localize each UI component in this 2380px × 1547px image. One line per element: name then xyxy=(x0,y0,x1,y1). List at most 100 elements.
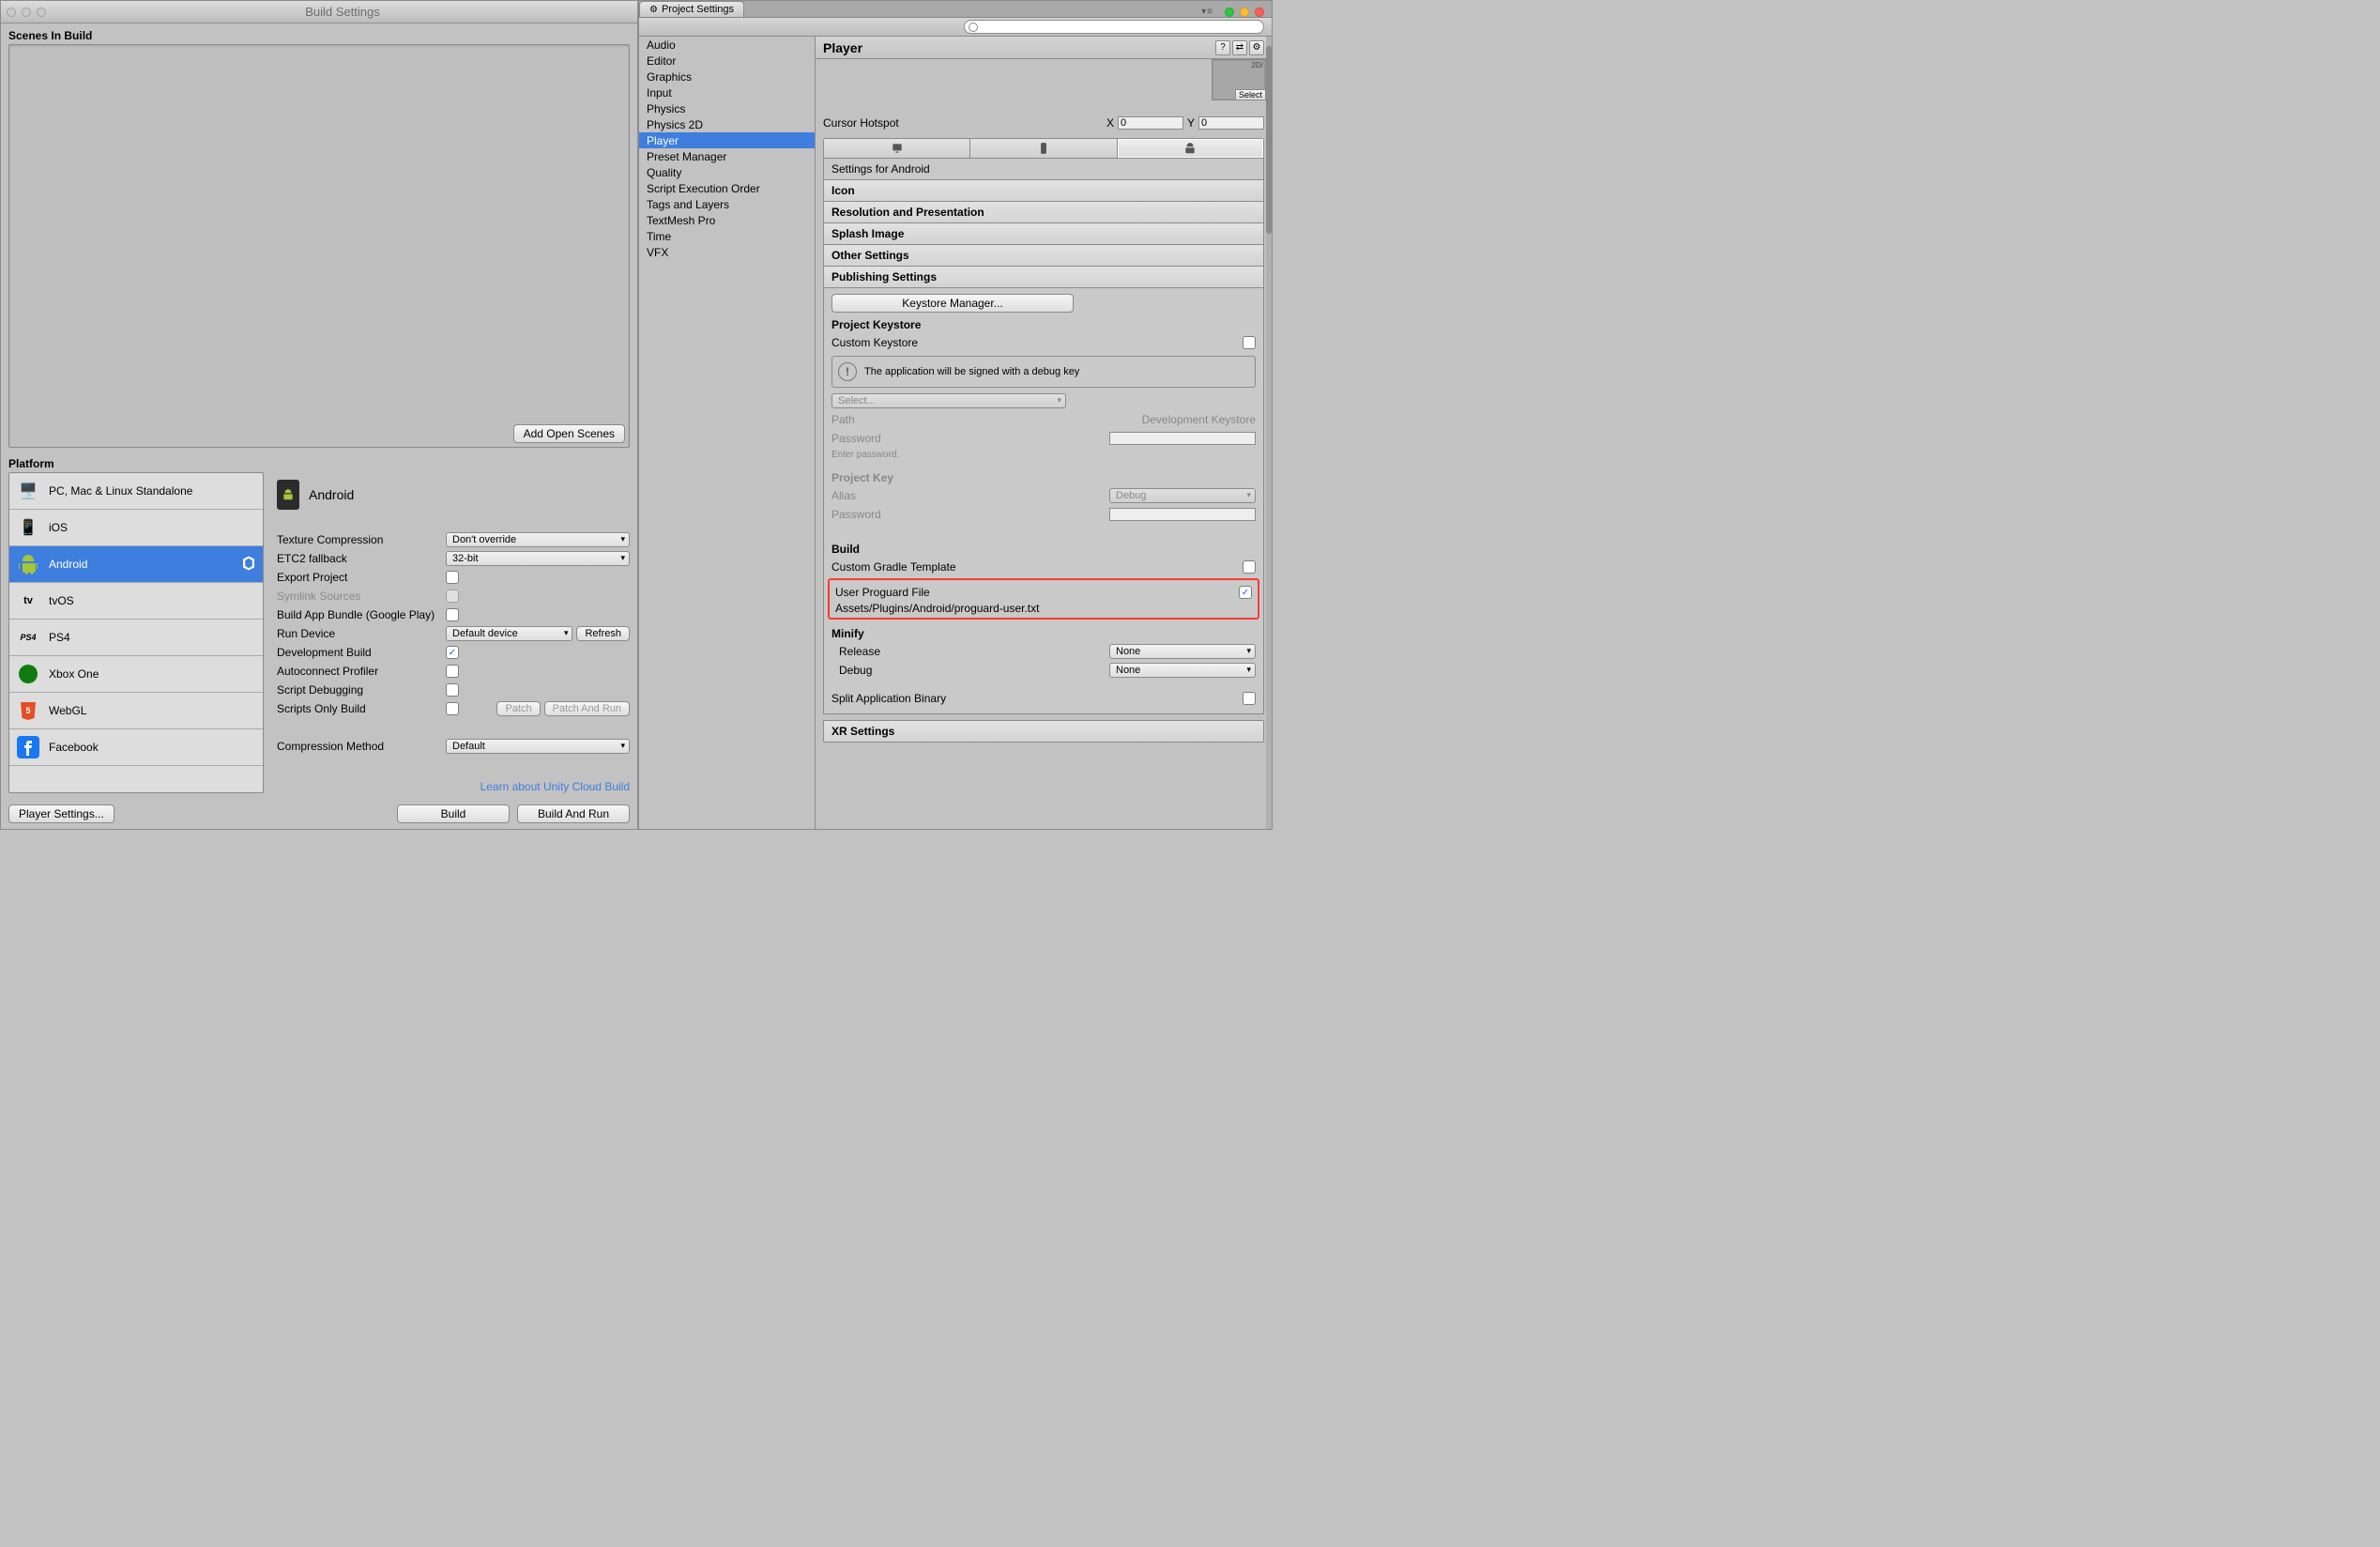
minify-release-select[interactable]: None xyxy=(1109,644,1256,659)
path-value: Development Keystore xyxy=(1142,413,1256,426)
panel-menu-icon[interactable]: ▾≡ xyxy=(1201,7,1213,17)
ios-icon: 📱 xyxy=(15,514,41,541)
nav-input[interactable]: Input xyxy=(639,84,815,100)
nav-vfx[interactable]: VFX xyxy=(639,244,815,260)
y-label: Y xyxy=(1187,116,1195,130)
platform-label-text: PS4 xyxy=(49,631,70,644)
tab-ios[interactable] xyxy=(970,139,1117,158)
autoconnect-profiler-checkbox[interactable] xyxy=(446,665,459,678)
tab-standalone[interactable] xyxy=(824,139,970,158)
password-label: Password xyxy=(831,432,1109,445)
scenes-list[interactable]: Add Open Scenes xyxy=(8,44,630,448)
nav-textmesh-pro[interactable]: TextMesh Pro xyxy=(639,212,815,228)
nav-audio[interactable]: Audio xyxy=(639,37,815,53)
script-debugging-checkbox[interactable] xyxy=(446,683,459,697)
development-build-checkbox[interactable] xyxy=(446,646,459,659)
selected-platform-label: Android xyxy=(309,487,354,502)
window-yellow-icon[interactable] xyxy=(1240,8,1249,17)
minify-debug-select[interactable]: None xyxy=(1109,663,1256,678)
foldout-publishing[interactable]: Publishing Settings xyxy=(823,267,1264,288)
build-settings-titlebar: Build Settings xyxy=(1,1,637,23)
nav-script-exec-order[interactable]: Script Execution Order xyxy=(639,180,815,196)
window-green-icon[interactable] xyxy=(1225,8,1234,17)
nav-graphics[interactable]: Graphics xyxy=(639,69,815,84)
run-device-select[interactable]: Default device xyxy=(446,626,572,641)
help-icon[interactable]: ? xyxy=(1215,40,1230,55)
facebook-icon xyxy=(15,734,41,760)
tab-label: Project Settings xyxy=(662,4,734,15)
preview-badge: 2D/ xyxy=(1252,61,1263,69)
etc2-fallback-select[interactable]: 32-bit xyxy=(446,551,630,566)
settings-menu-icon[interactable]: ⚙ xyxy=(1249,40,1264,55)
close-icon[interactable] xyxy=(7,8,16,17)
texture-compression-label: Texture Compression xyxy=(277,533,446,546)
nav-quality[interactable]: Quality xyxy=(639,164,815,180)
cursor-x-input[interactable] xyxy=(1118,116,1183,130)
foldout-other[interactable]: Other Settings xyxy=(823,245,1264,267)
nav-physics2d[interactable]: Physics 2D xyxy=(639,116,815,132)
foldout-splash[interactable]: Splash Image xyxy=(823,223,1264,245)
platform-row-xboxone[interactable]: Xbox One xyxy=(9,656,263,693)
foldout-xr[interactable]: XR Settings xyxy=(823,720,1264,743)
search-input[interactable] xyxy=(964,20,1264,34)
platform-row-standalone[interactable]: 🖥️ PC, Mac & Linux Standalone xyxy=(9,473,263,510)
proguard-highlight: User Proguard File Assets/Plugins/Androi… xyxy=(828,578,1259,620)
scrollbar[interactable] xyxy=(1266,37,1272,829)
custom-keystore-checkbox[interactable] xyxy=(1243,336,1256,349)
info-icon: ! xyxy=(838,362,857,381)
tab-android[interactable] xyxy=(1118,139,1263,158)
cursor-y-input[interactable] xyxy=(1198,116,1264,130)
symlink-sources-label: Symlink Sources xyxy=(277,590,446,603)
scripts-only-build-checkbox[interactable] xyxy=(446,702,459,715)
platform-label-text: iOS xyxy=(49,521,68,534)
keystore-manager-button[interactable]: Keystore Manager... xyxy=(831,294,1074,313)
patch-button[interactable]: Patch xyxy=(496,701,540,716)
zoom-icon[interactable] xyxy=(37,8,46,17)
refresh-button[interactable]: Refresh xyxy=(576,626,630,641)
build-and-run-button[interactable]: Build And Run xyxy=(517,804,630,823)
platform-row-ios[interactable]: 📱 iOS xyxy=(9,510,263,546)
minimize-icon[interactable] xyxy=(22,8,31,17)
build-button[interactable]: Build xyxy=(397,804,510,823)
default-cursor-preview[interactable]: 2D/ Select xyxy=(1212,59,1266,100)
window-red-icon[interactable] xyxy=(1255,8,1264,17)
nav-tags-layers[interactable]: Tags and Layers xyxy=(639,196,815,212)
split-binary-checkbox[interactable] xyxy=(1243,692,1256,705)
platform-row-facebook[interactable]: Facebook xyxy=(9,729,263,766)
key-password-label: Password xyxy=(831,508,1109,521)
custom-gradle-checkbox[interactable] xyxy=(1243,560,1256,574)
build-settings-window: Build Settings Scenes In Build Add Open … xyxy=(0,0,638,830)
nav-physics[interactable]: Physics xyxy=(639,100,815,116)
nav-player[interactable]: Player xyxy=(639,132,815,148)
android-large-icon xyxy=(277,480,299,510)
preset-icon[interactable]: ⇄ xyxy=(1232,40,1247,55)
platform-label-text: Facebook xyxy=(49,741,99,754)
cloud-build-link[interactable]: Learn about Unity Cloud Build xyxy=(277,780,630,793)
project-settings-window: ⚙ Project Settings ▾≡ Audio Editor Graph… xyxy=(638,0,1273,830)
add-open-scenes-button[interactable]: Add Open Scenes xyxy=(513,424,625,443)
compression-method-select[interactable]: Default xyxy=(446,739,630,754)
platform-row-webgl[interactable]: 5 WebGL xyxy=(9,693,263,729)
platform-row-ps4[interactable]: PS4 PS4 xyxy=(9,620,263,656)
foldout-resolution[interactable]: Resolution and Presentation xyxy=(823,202,1264,223)
export-project-checkbox[interactable] xyxy=(446,571,459,584)
platform-list[interactable]: 🖥️ PC, Mac & Linux Standalone 📱 iOS Andr… xyxy=(8,472,264,793)
build-app-bundle-checkbox[interactable] xyxy=(446,608,459,621)
select-texture-button[interactable]: Select xyxy=(1235,89,1266,100)
scenes-in-build-label: Scenes In Build xyxy=(1,23,637,44)
foldout-icon[interactable]: Icon xyxy=(823,180,1264,202)
player-settings-button[interactable]: Player Settings... xyxy=(8,804,114,823)
settings-category-list[interactable]: Audio Editor Graphics Input Physics Phys… xyxy=(639,37,816,829)
nav-preset-manager[interactable]: Preset Manager xyxy=(639,148,815,164)
export-project-label: Export Project xyxy=(277,571,446,584)
texture-compression-select[interactable]: Don't override xyxy=(446,532,630,547)
standalone-icon: 🖥️ xyxy=(15,478,41,504)
platform-row-android[interactable]: Android xyxy=(9,546,263,583)
project-settings-tab[interactable]: ⚙ Project Settings xyxy=(639,1,744,17)
platform-row-tvos[interactable]: tv tvOS xyxy=(9,583,263,620)
nav-editor[interactable]: Editor xyxy=(639,53,815,69)
window-controls xyxy=(7,8,46,17)
user-proguard-checkbox[interactable] xyxy=(1239,586,1252,599)
nav-time[interactable]: Time xyxy=(639,228,815,244)
patch-and-run-button[interactable]: Patch And Run xyxy=(544,701,630,716)
